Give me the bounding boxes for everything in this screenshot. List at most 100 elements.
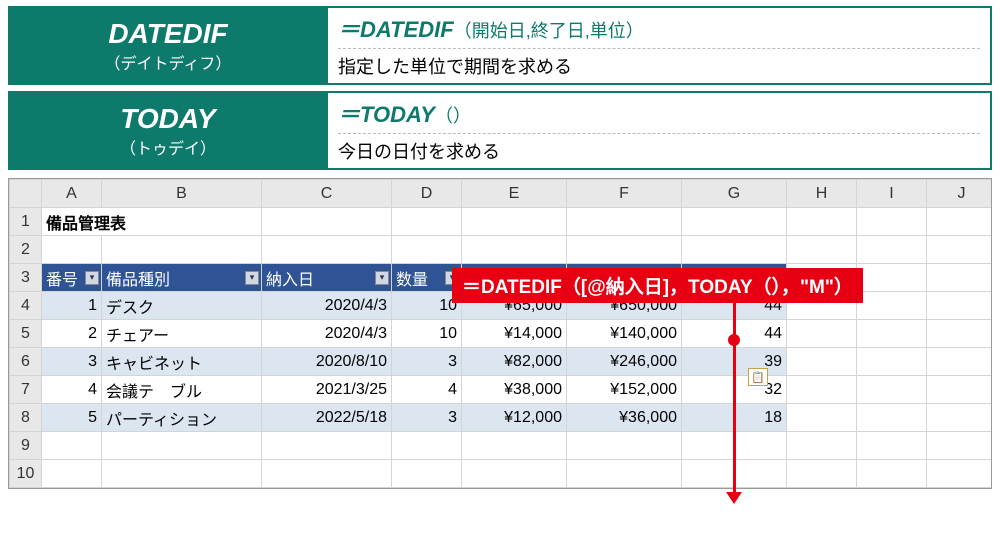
cell[interactable] — [567, 236, 682, 264]
cell[interactable] — [857, 292, 927, 320]
table-header-cell[interactable]: 納入日▾ — [262, 264, 392, 292]
cell[interactable] — [392, 208, 462, 236]
row-header[interactable]: 4 — [10, 292, 42, 320]
cell[interactable] — [857, 320, 927, 348]
table-header-cell[interactable]: 備品種別▾ — [102, 264, 262, 292]
cell[interactable] — [787, 348, 857, 376]
cell-date[interactable]: 2020/4/3 — [262, 292, 392, 320]
cell[interactable] — [927, 236, 993, 264]
cell-item[interactable]: パーティション — [102, 404, 262, 432]
cell[interactable] — [42, 432, 102, 460]
cell-no[interactable]: 4 — [42, 376, 102, 404]
cell-amount[interactable]: ¥36,000 — [567, 404, 682, 432]
cell-price[interactable]: ¥12,000 — [462, 404, 567, 432]
filter-dropdown-icon[interactable]: ▾ — [375, 271, 389, 285]
cell[interactable] — [857, 236, 927, 264]
cell-date[interactable]: 2020/4/3 — [262, 320, 392, 348]
column-header[interactable]: H — [787, 180, 857, 208]
cell[interactable] — [102, 432, 262, 460]
cell[interactable] — [262, 208, 392, 236]
cell[interactable] — [927, 348, 993, 376]
cell[interactable] — [787, 404, 857, 432]
cell[interactable] — [927, 208, 993, 236]
cell[interactable] — [857, 404, 927, 432]
cell[interactable] — [102, 460, 262, 488]
cell-no[interactable]: 3 — [42, 348, 102, 376]
cell-price[interactable]: ¥14,000 — [462, 320, 567, 348]
cell[interactable] — [857, 208, 927, 236]
cell[interactable] — [262, 432, 392, 460]
row-header[interactable]: 9 — [10, 432, 42, 460]
cell[interactable] — [392, 236, 462, 264]
cell-qty[interactable]: 3 — [392, 404, 462, 432]
cell-item[interactable]: キャビネット — [102, 348, 262, 376]
cell-item[interactable]: チェアー — [102, 320, 262, 348]
cell[interactable] — [42, 236, 102, 264]
cell[interactable] — [262, 460, 392, 488]
column-header[interactable]: A — [42, 180, 102, 208]
cell-price[interactable]: ¥38,000 — [462, 376, 567, 404]
cell[interactable] — [567, 432, 682, 460]
cell[interactable] — [392, 460, 462, 488]
cell[interactable] — [857, 432, 927, 460]
cell[interactable] — [857, 376, 927, 404]
cell[interactable] — [42, 460, 102, 488]
cell[interactable] — [927, 404, 993, 432]
cell[interactable] — [927, 292, 993, 320]
cell[interactable] — [927, 320, 993, 348]
cell[interactable] — [567, 460, 682, 488]
filter-dropdown-icon[interactable]: ▾ — [85, 271, 99, 285]
column-header[interactable]: E — [462, 180, 567, 208]
row-header[interactable]: 6 — [10, 348, 42, 376]
cell[interactable] — [927, 264, 993, 292]
cell-date[interactable]: 2021/3/25 — [262, 376, 392, 404]
cell-amount[interactable]: ¥140,000 — [567, 320, 682, 348]
cell[interactable] — [787, 432, 857, 460]
cell[interactable] — [787, 236, 857, 264]
cell-no[interactable]: 2 — [42, 320, 102, 348]
spreadsheet-grid[interactable]: A B C D E F G H I J 1 備品管理表 2 3 番号▾ 備品 — [9, 179, 992, 488]
column-header[interactable]: G — [682, 180, 787, 208]
table-header-cell[interactable]: 数量▾ — [392, 264, 462, 292]
cell[interactable] — [927, 376, 993, 404]
row-header[interactable]: 2 — [10, 236, 42, 264]
cell[interactable] — [927, 460, 993, 488]
table-header-cell[interactable]: 番号▾ — [42, 264, 102, 292]
cell-date[interactable]: 2020/8/10 — [262, 348, 392, 376]
cell-amount[interactable]: ¥246,000 — [567, 348, 682, 376]
cell[interactable] — [462, 236, 567, 264]
row-header[interactable]: 5 — [10, 320, 42, 348]
autofill-options-icon[interactable]: 📋 — [748, 368, 768, 386]
cell[interactable] — [102, 236, 262, 264]
cell-no[interactable]: 5 — [42, 404, 102, 432]
cell[interactable] — [462, 432, 567, 460]
column-header[interactable]: B — [102, 180, 262, 208]
corner-cell[interactable] — [10, 180, 42, 208]
column-header[interactable]: I — [857, 180, 927, 208]
cell[interactable] — [787, 208, 857, 236]
cell-price[interactable]: ¥82,000 — [462, 348, 567, 376]
cell[interactable] — [787, 320, 857, 348]
row-header[interactable]: 10 — [10, 460, 42, 488]
row-header[interactable]: 8 — [10, 404, 42, 432]
cell[interactable] — [392, 432, 462, 460]
column-header[interactable]: C — [262, 180, 392, 208]
column-header[interactable]: D — [392, 180, 462, 208]
cell-qty[interactable]: 10 — [392, 320, 462, 348]
cell[interactable] — [462, 460, 567, 488]
cell-item[interactable]: デスク — [102, 292, 262, 320]
row-header[interactable]: 3 — [10, 264, 42, 292]
cell-amount[interactable]: ¥152,000 — [567, 376, 682, 404]
cell-no[interactable]: 1 — [42, 292, 102, 320]
cell[interactable] — [857, 348, 927, 376]
sheet-title-cell[interactable]: 備品管理表 — [42, 208, 262, 236]
cell-qty[interactable]: 4 — [392, 376, 462, 404]
filter-dropdown-icon[interactable]: ▾ — [245, 271, 259, 285]
cell[interactable] — [462, 208, 567, 236]
cell[interactable] — [927, 432, 993, 460]
cell[interactable] — [682, 236, 787, 264]
cell-qty[interactable]: 3 — [392, 348, 462, 376]
column-header[interactable]: J — [927, 180, 993, 208]
column-header[interactable]: F — [567, 180, 682, 208]
row-header[interactable]: 1 — [10, 208, 42, 236]
